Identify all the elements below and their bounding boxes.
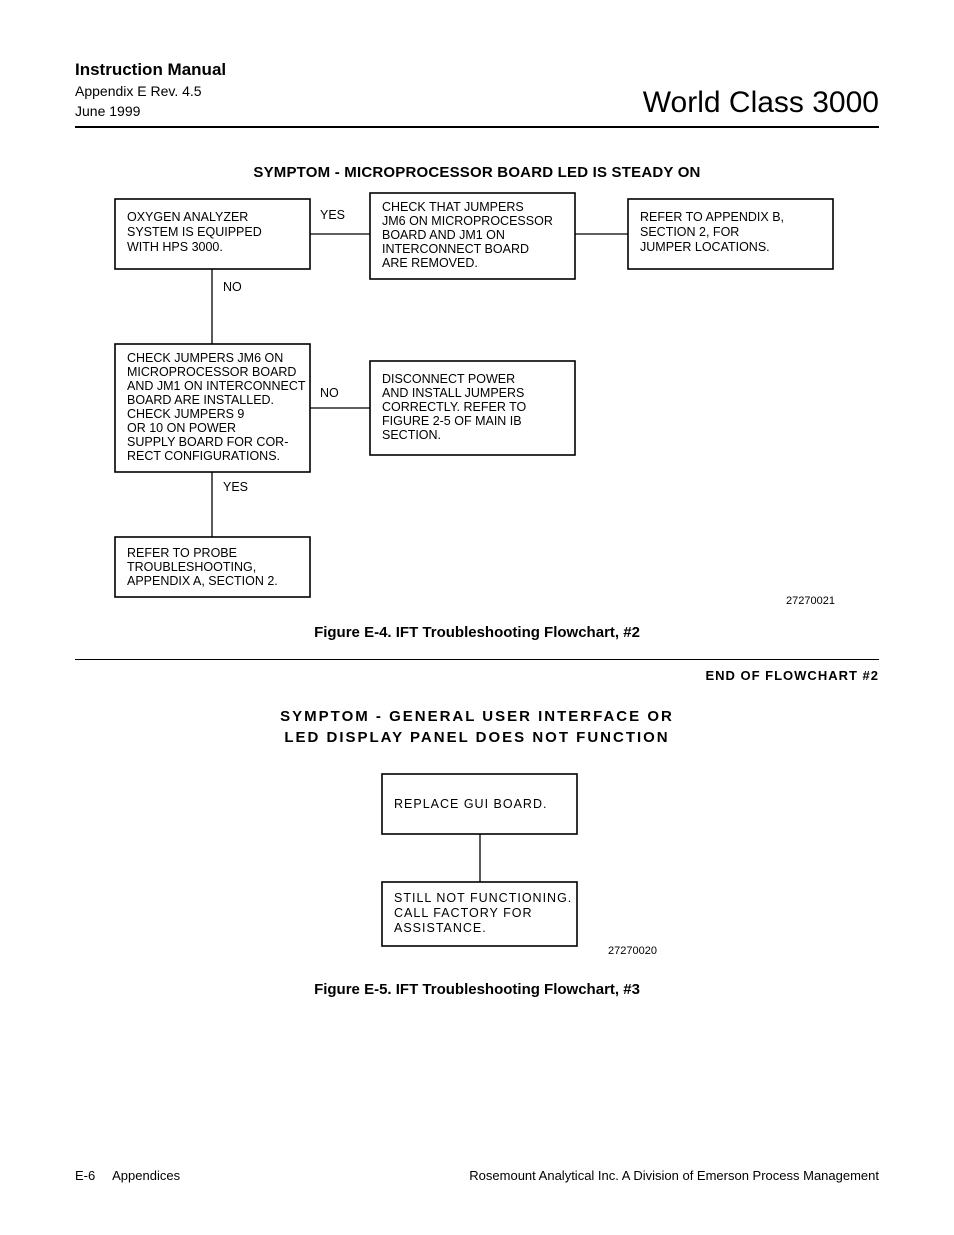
page-footer: E-6 Appendices Rosemount Analytical Inc.… [75, 1168, 879, 1183]
box-refer-appendix-b: REFER TO APPENDIX B, SECTION 2, FOR JUMP… [640, 210, 788, 254]
label-yes-2: YES [223, 480, 248, 494]
label-no-2: NO [320, 386, 339, 400]
figure-caption-e4: Figure E-4. IFT Troubleshooting Flowchar… [75, 624, 879, 641]
label-no-1: NO [223, 280, 242, 294]
section-name: Appendices [112, 1168, 180, 1183]
product-name: World Class 3000 [643, 86, 879, 120]
footer-company: Rosemount Analytical Inc. A Division of … [469, 1168, 879, 1183]
box-check-jumpers-removed: CHECK THAT JUMPERS JM6 ON MICROPROCESSOR… [382, 200, 556, 270]
mid-rule [75, 659, 879, 660]
page-header: Instruction Manual Appendix E Rev. 4.5 J… [75, 60, 879, 120]
box-refer-probe-troubleshoot: REFER TO PROBE TROUBLESHOOTING, APPENDIX… [127, 546, 278, 588]
box-disconnect-power: DISCONNECT POWER AND INSTALL JUMPERS COR… [382, 372, 530, 442]
box-check-jumpers-installed: CHECK JUMPERS JM6 ON MICROPROCESSOR BOAR… [127, 351, 309, 463]
diagram-ref-2: 27270020 [608, 945, 657, 957]
date: June 1999 [75, 102, 226, 120]
end-of-flowchart-note: END OF FLOWCHART #2 [75, 668, 879, 683]
diagram-ref-1: 27270021 [786, 595, 835, 607]
page-number: E-6 [75, 1168, 95, 1183]
box-oxygen-analyzer: OXYGEN ANALYZER SYSTEM IS EQUIPPED WITH … [127, 210, 265, 254]
symptom-heading-1: SYMPTOM - MICROPROCESSOR BOARD LED IS ST… [75, 164, 879, 181]
box-call-factory: STILL NOT FUNCTIONING. CALL FACTORY FOR … [394, 891, 577, 935]
header-rule [75, 126, 879, 128]
flowchart-1: OXYGEN ANALYZER SYSTEM IS EQUIPPED WITH … [75, 189, 879, 614]
appendix-rev: Appendix E Rev. 4.5 [75, 82, 226, 100]
manual-title: Instruction Manual [75, 60, 226, 80]
label-yes-1: YES [320, 208, 345, 222]
flowchart-2: REPLACE GUI BOARD. STILL NOT FUNCTIONING… [75, 756, 879, 971]
symptom-heading-2: SYMPTOM - GENERAL USER INTERFACE OR LED … [75, 707, 879, 748]
figure-caption-e5: Figure E-5. IFT Troubleshooting Flowchar… [75, 981, 879, 998]
box-replace-gui: REPLACE GUI BOARD. [394, 797, 547, 811]
